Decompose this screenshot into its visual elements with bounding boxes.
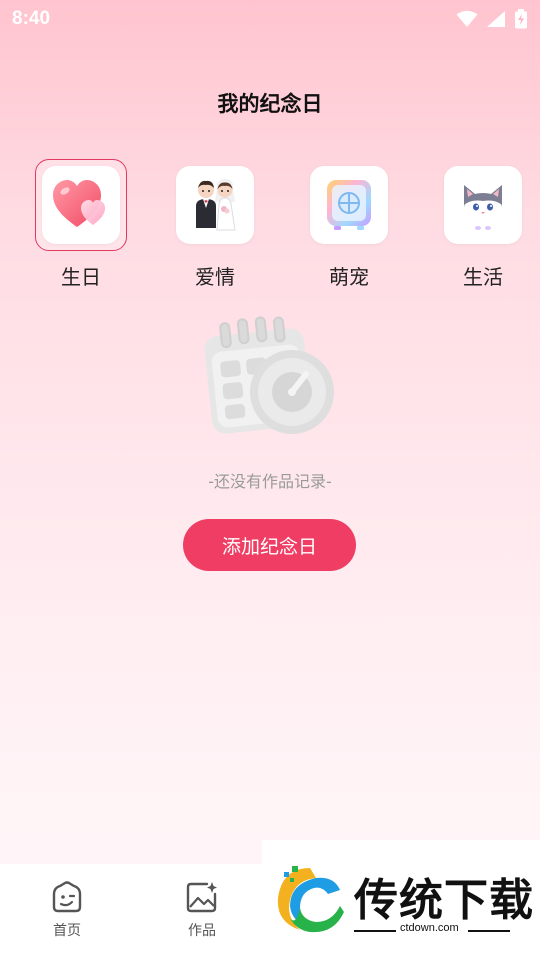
nav-item-home[interactable]: 首页: [27, 880, 107, 946]
watermark-text: 传统下载: [354, 875, 534, 926]
status-bar: 8:40: [0, 0, 540, 38]
watermark-logo-icon: [277, 866, 344, 933]
battery-icon: [515, 9, 527, 29]
category-pet-label: 萌宠: [329, 265, 369, 289]
watermark-line-right: [468, 930, 510, 932]
signal-icon: [487, 11, 505, 27]
heart-icon: [53, 180, 105, 227]
category-love[interactable]: 爱情: [169, 159, 261, 291]
category-love-frame: [169, 159, 261, 251]
category-love-tile: [176, 166, 254, 244]
category-pet[interactable]: 萌宠: [303, 159, 395, 291]
nav-item-works[interactable]: 作品: [162, 880, 242, 946]
page-title: 我的纪念日: [217, 92, 323, 116]
category-birthday-frame: [35, 159, 127, 251]
cat-icon: [464, 185, 502, 232]
category-pet-frame: [303, 159, 395, 251]
watermark-line-left: [354, 930, 396, 932]
watermark: 传统下载 ctdown.com: [262, 840, 540, 960]
category-birthday-label: 生日: [61, 265, 101, 289]
wifi-icon: [456, 10, 478, 27]
nav-label-home: 首页: [53, 923, 81, 939]
home-icon: [52, 881, 82, 913]
status-time: 8:40: [12, 8, 51, 29]
category-birthday[interactable]: 生日: [35, 159, 127, 291]
category-pet-tile: [310, 166, 388, 244]
couple-icon: [196, 179, 236, 231]
nav-label-works: 作品: [188, 923, 216, 939]
category-love-label: 爱情: [195, 265, 235, 289]
gallery-icon: [186, 882, 217, 913]
pet-safe-icon: [327, 180, 371, 230]
add-anniversary-button[interactable]: 添加纪念日: [183, 519, 356, 571]
category-life-tile: [444, 166, 522, 244]
empty-state-text: -还没有作品记录-: [208, 472, 332, 491]
status-icons: [456, 9, 528, 29]
category-life-label: 生活: [463, 265, 503, 289]
category-life[interactable]: 生活: [437, 159, 529, 291]
watermark-url: ctdown.com: [400, 922, 459, 934]
calendar-clock-icon: [204, 316, 334, 434]
category-birthday-tile: [42, 166, 120, 244]
category-life-frame: [437, 159, 529, 251]
